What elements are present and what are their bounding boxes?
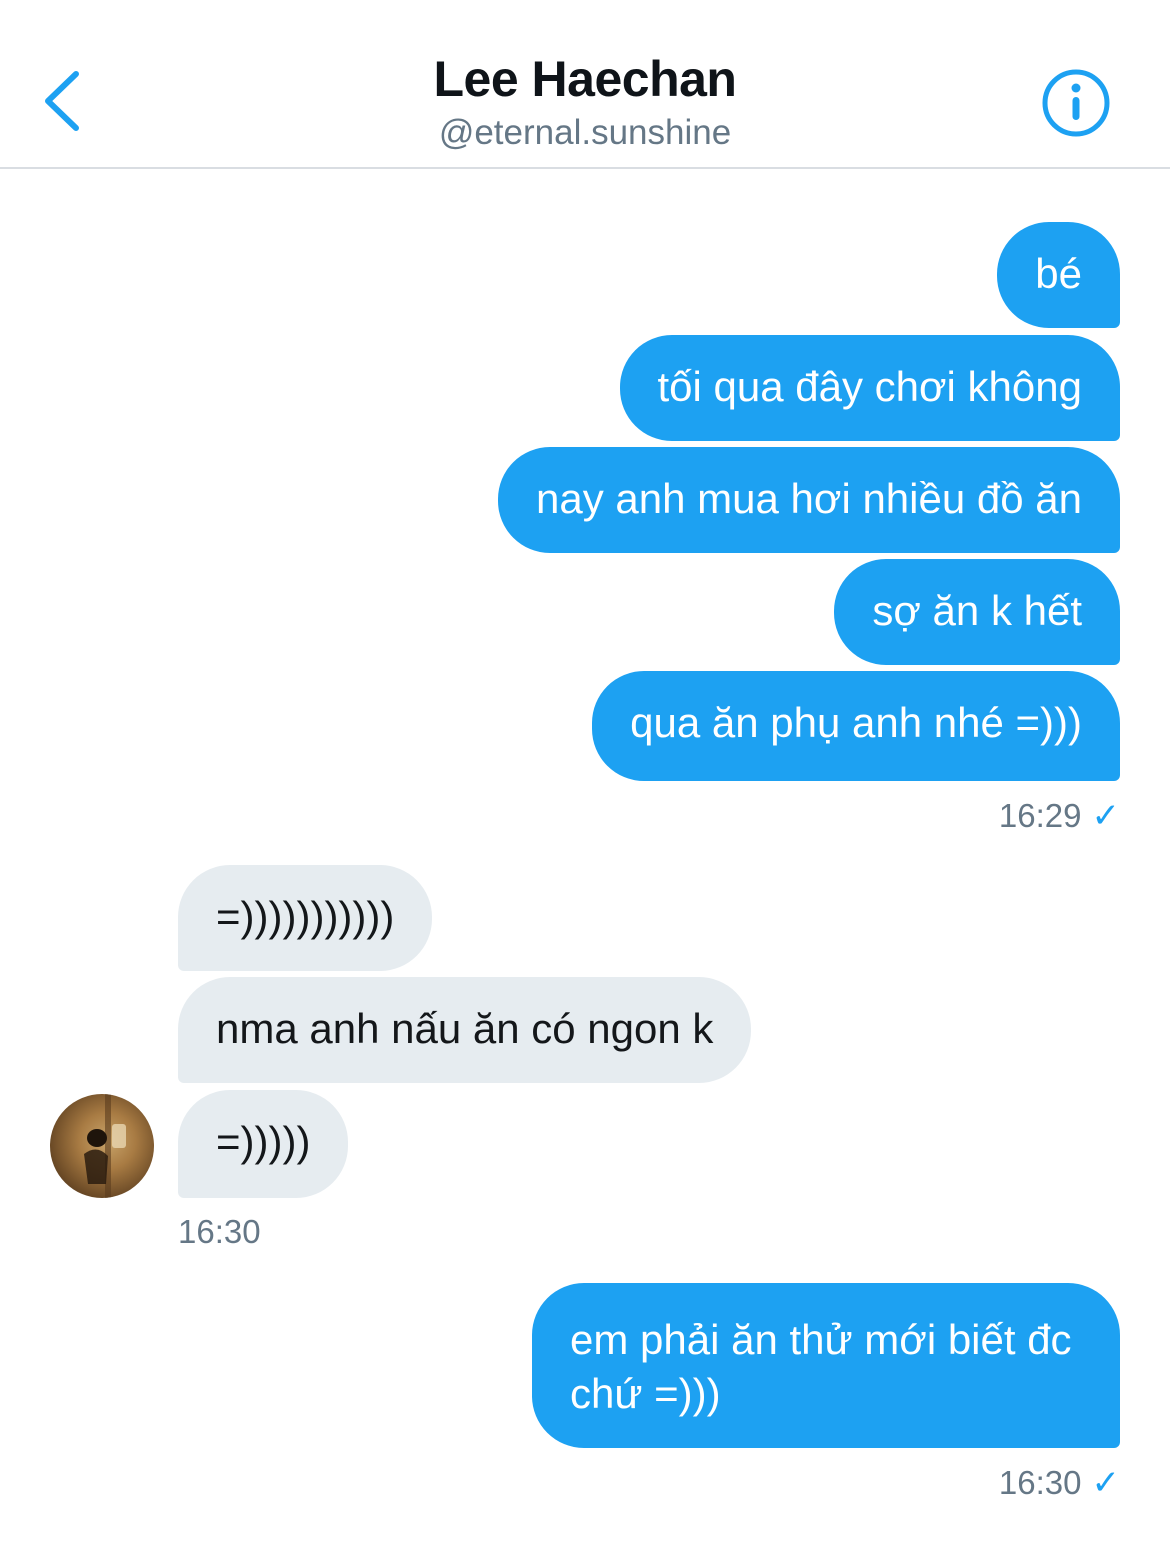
message-timestamp: 16:30 ✓ xyxy=(999,1463,1120,1503)
timestamp-text: 16:29 xyxy=(998,797,1082,834)
message-bubble-outgoing[interactable]: em phải ăn thử mới biết đc chứ =))) xyxy=(532,1283,1120,1448)
info-icon xyxy=(1042,69,1110,137)
message-timestamp: 16:29 ✓ xyxy=(999,796,1120,836)
avatar[interactable] xyxy=(50,1094,154,1198)
message-bubble-incoming[interactable]: =))))) xyxy=(178,1090,349,1198)
message-bubble-incoming[interactable]: =))))))))))) xyxy=(178,865,433,971)
conversation-title[interactable]: Lee Haechan xyxy=(0,50,1170,108)
message-bubble-outgoing[interactable]: sợ ăn k hết xyxy=(834,559,1120,665)
message-bubble-outgoing[interactable]: qua ăn phụ anh nhé =))) xyxy=(592,671,1120,781)
message-bubble-incoming[interactable]: nma anh nấu ăn có ngon k xyxy=(178,977,752,1083)
avatar-image xyxy=(84,1094,126,1198)
info-button[interactable] xyxy=(1040,67,1112,139)
message-bubble-outgoing[interactable]: nay anh mua hơi nhiều đồ ăn xyxy=(498,447,1120,553)
message-bubble-outgoing[interactable]: bé xyxy=(997,222,1120,328)
conversation-header: Lee Haechan @eternal.sunshine xyxy=(0,0,1170,169)
conversation-handle[interactable]: @eternal.sunshine xyxy=(0,113,1170,153)
message-timestamp: 16:30 xyxy=(178,1213,261,1250)
check-icon: ✓ xyxy=(1091,797,1121,835)
check-icon: ✓ xyxy=(1091,1464,1121,1502)
message-bubble-outgoing[interactable]: tối qua đây chơi không xyxy=(619,335,1120,441)
timestamp-text: 16:30 xyxy=(998,1464,1082,1501)
